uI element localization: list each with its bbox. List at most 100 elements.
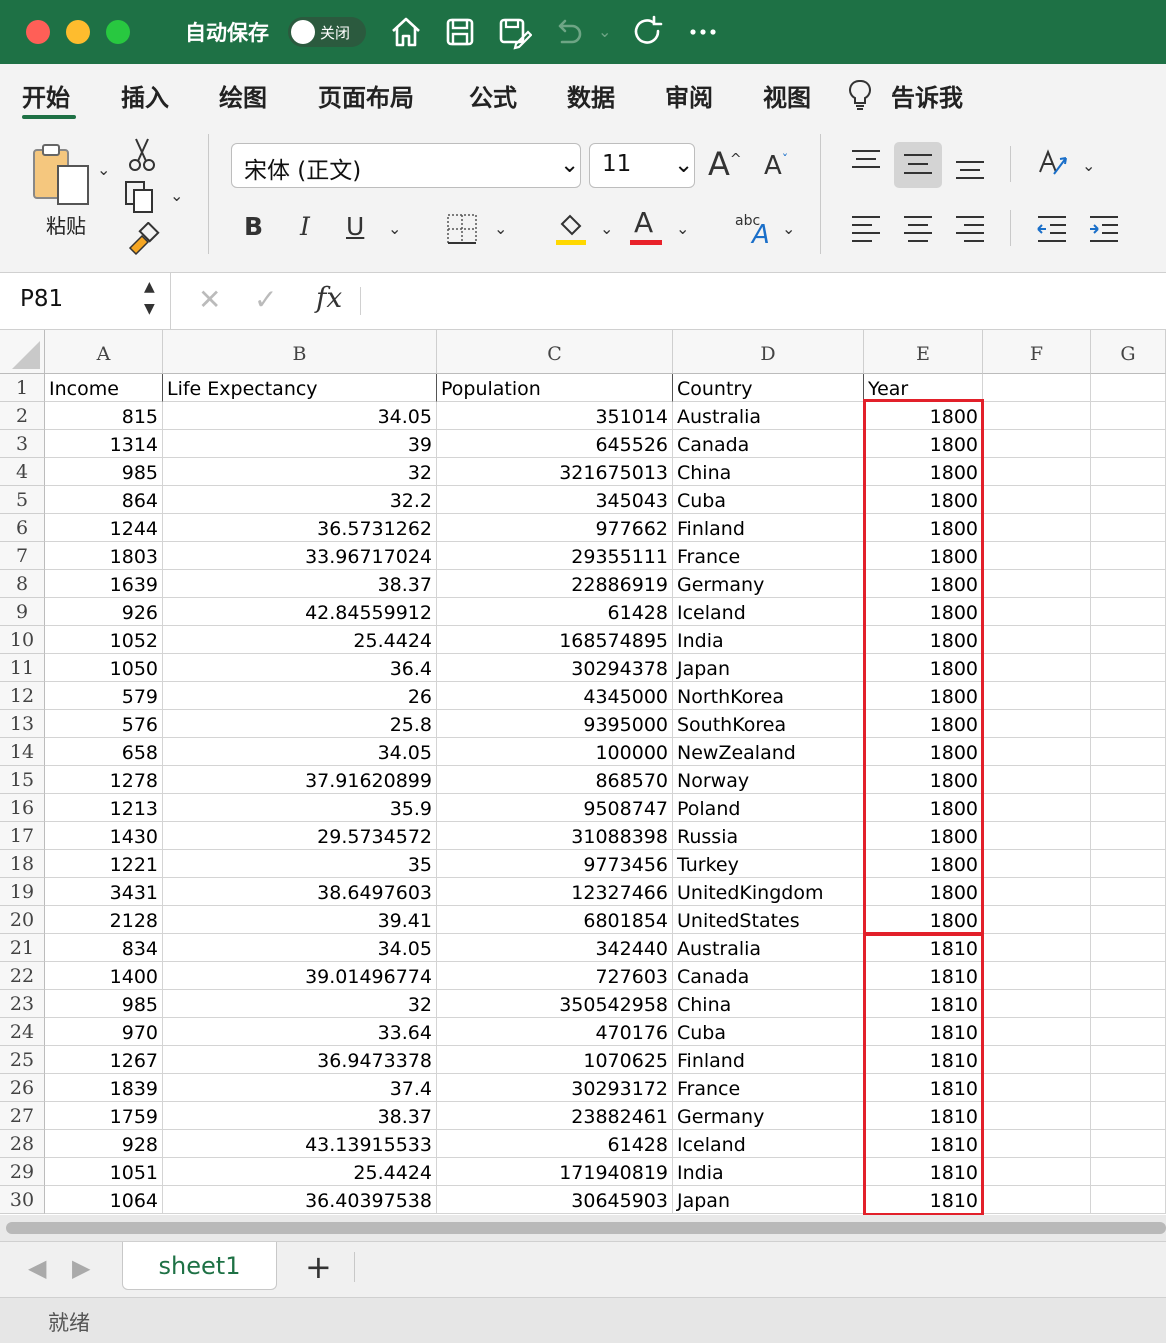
table-cell[interactable]: UnitedKingdom	[673, 878, 864, 906]
table-cell[interactable]: 985	[45, 990, 163, 1018]
header-cell[interactable]: Income	[45, 374, 163, 402]
table-cell[interactable]	[983, 626, 1091, 654]
table-cell[interactable]: 9395000	[437, 710, 673, 738]
tab-data[interactable]: 数据	[567, 78, 615, 113]
table-cell[interactable]: 1052	[45, 626, 163, 654]
row-header[interactable]: 13	[0, 710, 45, 738]
row-header[interactable]: 27	[0, 1102, 45, 1130]
table-cell[interactable]: 37.4	[163, 1074, 437, 1102]
column-header-c[interactable]: C	[437, 330, 673, 374]
table-cell[interactable]	[1091, 710, 1166, 738]
row-header[interactable]: 5	[0, 486, 45, 514]
row-header[interactable]: 12	[0, 682, 45, 710]
header-cell[interactable]: Life Expectancy	[163, 374, 437, 402]
table-cell[interactable]: 1267	[45, 1046, 163, 1074]
table-cell[interactable]: 658	[45, 738, 163, 766]
row-header[interactable]: 16	[0, 794, 45, 822]
table-cell[interactable]	[983, 710, 1091, 738]
table-cell[interactable]	[983, 1186, 1091, 1214]
confirm-icon[interactable]: ✓	[254, 283, 277, 316]
table-cell[interactable]	[983, 430, 1091, 458]
table-cell[interactable]: 1278	[45, 766, 163, 794]
table-cell[interactable]: Cuba	[673, 1018, 864, 1046]
align-top-icon[interactable]	[850, 148, 882, 172]
table-cell[interactable]: 321675013	[437, 458, 673, 486]
table-cell[interactable]: 32	[163, 990, 437, 1018]
table-cell[interactable]: France	[673, 542, 864, 570]
table-cell[interactable]: Australia	[673, 934, 864, 962]
underline-dropdown-icon[interactable]: ⌄	[388, 219, 401, 238]
table-cell[interactable]	[1091, 514, 1166, 542]
table-cell[interactable]: 29.5734572	[163, 822, 437, 850]
table-cell[interactable]: 35.9	[163, 794, 437, 822]
column-header-b[interactable]: B	[163, 330, 437, 374]
table-cell[interactable]: 345043	[437, 486, 673, 514]
table-cell[interactable]: 36.5731262	[163, 514, 437, 542]
table-cell[interactable]: NewZealand	[673, 738, 864, 766]
header-cell[interactable]: Year	[864, 374, 983, 402]
table-cell[interactable]	[983, 794, 1091, 822]
table-cell[interactable]: 1759	[45, 1102, 163, 1130]
table-cell[interactable]: 25.8	[163, 710, 437, 738]
table-cell[interactable]: 29355111	[437, 542, 673, 570]
tab-tell-me[interactable]: 告诉我	[891, 78, 963, 113]
table-cell[interactable]: 33.64	[163, 1018, 437, 1046]
borders-icon[interactable]	[446, 213, 478, 245]
table-cell[interactable]	[1091, 738, 1166, 766]
table-cell[interactable]	[983, 822, 1091, 850]
row-header[interactable]: 30	[0, 1186, 45, 1214]
table-cell[interactable]: 977662	[437, 514, 673, 542]
table-cell[interactable]	[983, 1158, 1091, 1186]
table-cell[interactable]: Turkey	[673, 850, 864, 878]
next-sheet-icon[interactable]: ▶	[72, 1254, 90, 1282]
table-cell[interactable]	[1091, 1102, 1166, 1130]
table-cell[interactable]: 32	[163, 458, 437, 486]
table-cell[interactable]: 25.4424	[163, 1158, 437, 1186]
paste-icon[interactable]	[30, 142, 92, 208]
decrease-font-size-icon[interactable]: Aˇ	[764, 151, 788, 181]
table-cell[interactable]: Japan	[673, 1186, 864, 1214]
italic-button[interactable]: I	[300, 212, 310, 241]
table-cell[interactable]: 928	[45, 1130, 163, 1158]
table-cell[interactable]	[1091, 598, 1166, 626]
table-cell[interactable]	[1091, 1046, 1166, 1074]
bold-button[interactable]: B	[244, 212, 263, 241]
table-cell[interactable]: 834	[45, 934, 163, 962]
table-cell[interactable]: 12327466	[437, 878, 673, 906]
table-cell[interactable]: 576	[45, 710, 163, 738]
table-cell[interactable]: China	[673, 990, 864, 1018]
row-header[interactable]: 7	[0, 542, 45, 570]
table-cell[interactable]: 26	[163, 682, 437, 710]
table-cell[interactable]: 38.37	[163, 1102, 437, 1130]
table-cell[interactable]: 350542958	[437, 990, 673, 1018]
table-cell[interactable]: 100000	[437, 738, 673, 766]
table-cell[interactable]	[1091, 458, 1166, 486]
home-icon[interactable]	[388, 14, 424, 50]
table-cell[interactable]: 1314	[45, 430, 163, 458]
save-icon[interactable]	[442, 14, 478, 50]
row-header[interactable]: 8	[0, 570, 45, 598]
table-cell[interactable]	[983, 514, 1091, 542]
table-cell[interactable]	[1091, 962, 1166, 990]
row-header[interactable]: 23	[0, 990, 45, 1018]
table-cell[interactable]: 42.84559912	[163, 598, 437, 626]
table-cell[interactable]: 35	[163, 850, 437, 878]
table-cell[interactable]: 34.05	[163, 402, 437, 430]
header-cell[interactable]: Country	[673, 374, 864, 402]
table-cell[interactable]	[1091, 1074, 1166, 1102]
table-cell[interactable]: 9508747	[437, 794, 673, 822]
table-cell[interactable]: Norway	[673, 766, 864, 794]
table-cell[interactable]	[983, 542, 1091, 570]
table-cell[interactable]	[983, 934, 1091, 962]
add-sheet-button[interactable]: +	[305, 1248, 332, 1286]
more-icon[interactable]	[685, 14, 721, 50]
format-painter-icon[interactable]	[126, 222, 160, 256]
align-bottom-icon[interactable]	[954, 156, 986, 182]
table-cell[interactable]	[983, 990, 1091, 1018]
table-cell[interactable]	[983, 598, 1091, 626]
scrollbar-thumb[interactable]	[6, 1222, 1166, 1234]
table-cell[interactable]	[983, 906, 1091, 934]
row-header[interactable]: 21	[0, 934, 45, 962]
table-cell[interactable]	[1091, 822, 1166, 850]
table-cell[interactable]: 30645903	[437, 1186, 673, 1214]
